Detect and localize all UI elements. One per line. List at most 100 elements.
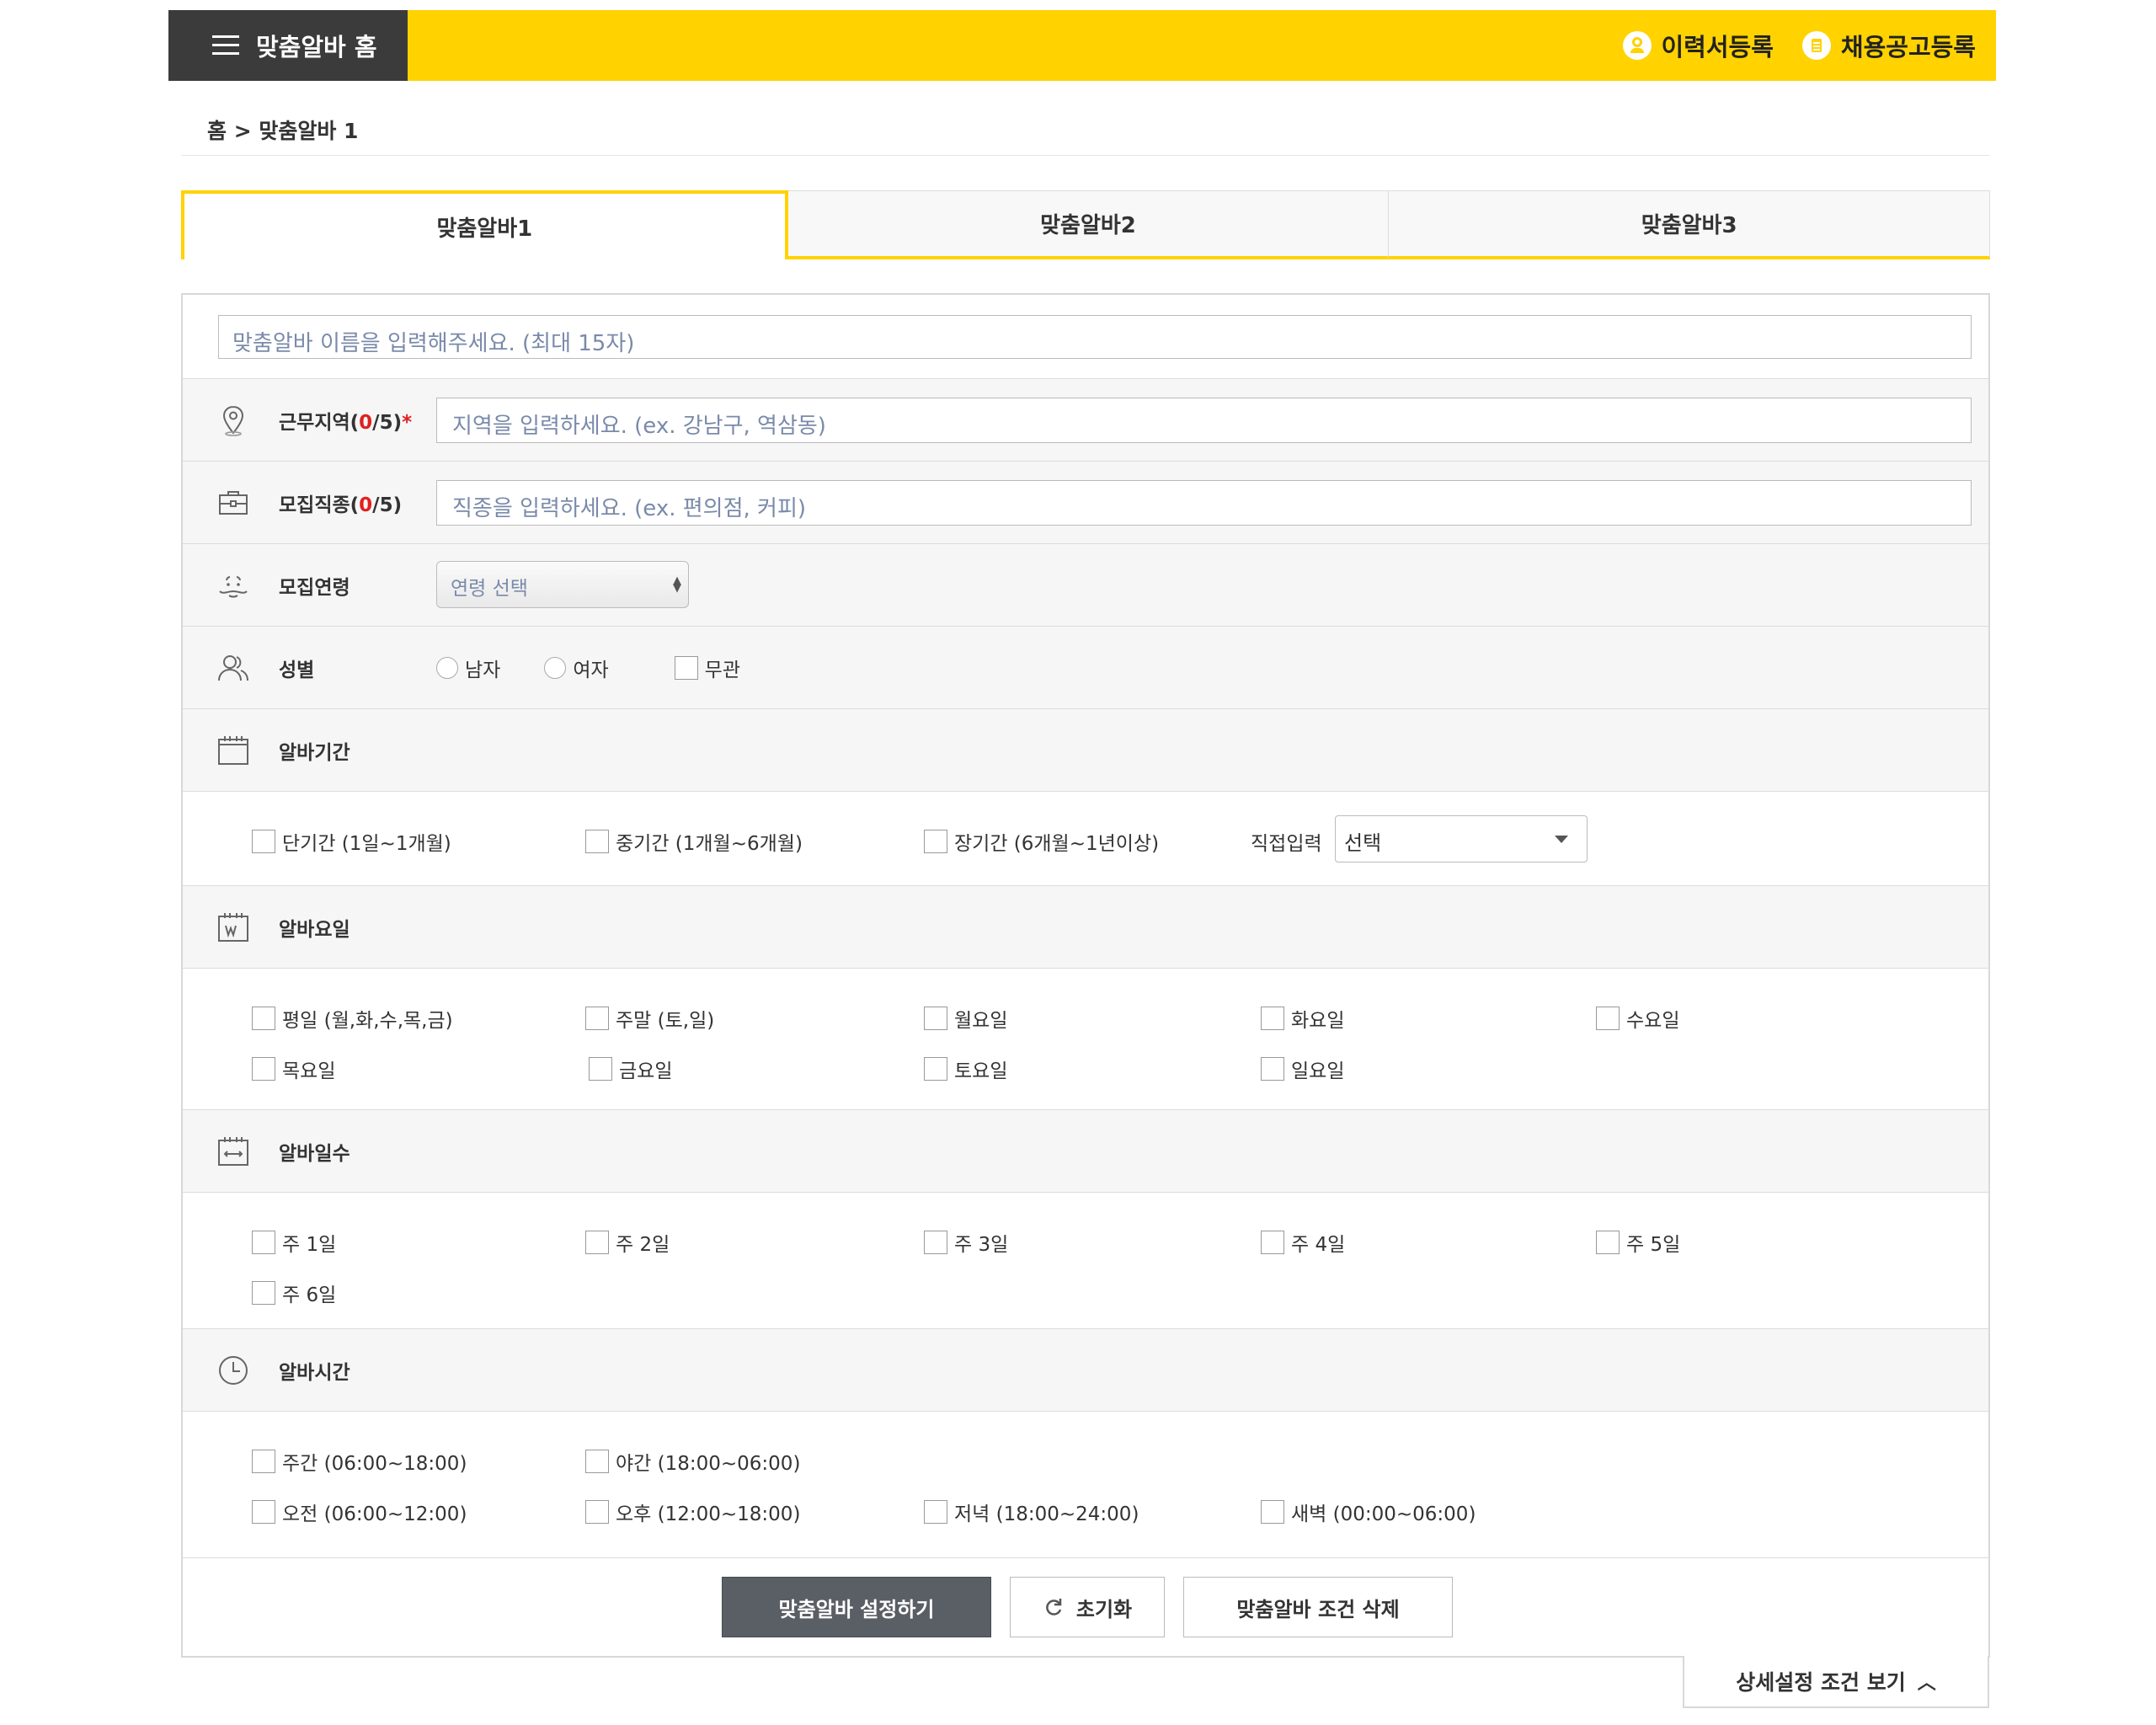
tab-custom-3[interactable]: 맞춤알바3 xyxy=(1389,190,1991,259)
checkbox[interactable] xyxy=(924,1500,947,1524)
region-input[interactable]: 지역을 입력하세요. (ex. 강남구, 역삼동) xyxy=(436,398,1972,443)
checkbox[interactable] xyxy=(589,1057,612,1081)
days-option-5[interactable]: 주 5일 xyxy=(1596,1228,1680,1257)
hamburger-icon xyxy=(212,35,239,56)
custom-name-input[interactable]: 맞춤알바 이름을 입력해주세요. (최대 15자) xyxy=(218,315,1972,359)
period-direct-select[interactable]: 선택 xyxy=(1335,815,1588,862)
checkbox-any[interactable] xyxy=(674,655,698,680)
checkbox[interactable] xyxy=(1261,1231,1284,1254)
weekday-option-wed[interactable]: 수요일 xyxy=(1596,1004,1679,1033)
checkbox[interactable] xyxy=(924,1007,947,1030)
checkbox[interactable] xyxy=(1596,1231,1620,1254)
job-post-register-link[interactable]: 채용공고등록 xyxy=(1801,28,1976,63)
days-option-2[interactable]: 주 2일 xyxy=(585,1228,670,1257)
time-option-morning[interactable]: 오전 (06:00~12:00) xyxy=(252,1498,467,1526)
age-select[interactable]: 연령 선택 ▲ ▼ xyxy=(436,561,689,608)
weekday-option-sat[interactable]: 토요일 xyxy=(924,1055,1007,1083)
save-settings-button[interactable]: 맞춤알바 설정하기 xyxy=(722,1577,991,1637)
days-option-3[interactable]: 주 3일 xyxy=(924,1228,1008,1257)
checkbox-period-short[interactable] xyxy=(252,830,275,853)
days-option-4[interactable]: 주 4일 xyxy=(1261,1228,1345,1257)
checkbox[interactable] xyxy=(252,1450,275,1473)
option-label: 일요일 xyxy=(1291,1060,1345,1082)
days-option-6[interactable]: 주 6일 xyxy=(252,1279,336,1307)
age-row: 모집연령 연령 선택 ▲ ▼ xyxy=(183,544,1988,627)
reset-label: 초기화 xyxy=(1075,1597,1133,1621)
top-bar: 맞춤알바 홈 이력서등록 채용공고등록 xyxy=(168,10,1996,81)
custom-job-form: 맞춤알바 이름을 입력해주세요. (최대 15자) 근무지역(0/5)* 지역을… xyxy=(181,293,1990,1658)
period-option-long[interactable]: 장기간 (6개월~1년이상) xyxy=(924,827,1159,856)
checkbox[interactable] xyxy=(252,1231,275,1254)
checkbox-period-long[interactable] xyxy=(924,830,947,853)
weekday-option-sun[interactable]: 일요일 xyxy=(1261,1055,1344,1083)
time-option-day[interactable]: 주간 (06:00~18:00) xyxy=(252,1447,467,1476)
time-option-dawn[interactable]: 새벽 (00:00~06:00) xyxy=(1261,1498,1476,1526)
gender-option-male[interactable]: 남자 xyxy=(436,654,500,682)
checkbox[interactable] xyxy=(924,1231,947,1254)
reset-button[interactable]: 초기화 xyxy=(1010,1577,1165,1637)
job-type-input[interactable]: 직종을 입력하세요. (ex. 편의점, 커피) xyxy=(436,480,1972,526)
checkbox[interactable] xyxy=(585,1231,609,1254)
checkbox[interactable] xyxy=(585,1500,609,1524)
weekday-option-weekdays[interactable]: 평일 (월,화,수,목,금) xyxy=(252,1004,453,1033)
home-menu-button[interactable]: 맞춤알바 홈 xyxy=(168,10,408,81)
time-option-evening[interactable]: 저녁 (18:00~24:00) xyxy=(924,1498,1139,1526)
detail-settings-toggle[interactable]: 상세설정 조건 보기 ︿ xyxy=(1683,1656,1989,1708)
weekday-option-weekend[interactable]: 주말 (토,일) xyxy=(585,1004,714,1033)
option-label: 화요일 xyxy=(1291,1010,1345,1032)
person-icon xyxy=(1622,31,1652,60)
checkbox[interactable] xyxy=(1596,1007,1620,1030)
gender-option-any[interactable]: 무관 xyxy=(674,654,740,682)
days-header: 알바일수 xyxy=(183,1110,1988,1193)
age-label: 모집연령 xyxy=(279,576,350,599)
divider xyxy=(181,155,1990,156)
period-direct-value: 선택 xyxy=(1344,831,1382,855)
weekday-label: 알바요일 xyxy=(279,918,350,941)
location-pin-icon xyxy=(222,405,244,436)
weekday-option-mon[interactable]: 월요일 xyxy=(924,1004,1007,1033)
weekday-option-thu[interactable]: 목요일 xyxy=(252,1055,335,1083)
document-icon xyxy=(1801,31,1831,60)
delete-conditions-button[interactable]: 맞춤알바 조건 삭제 xyxy=(1183,1577,1453,1637)
checkbox[interactable] xyxy=(924,1057,947,1081)
radio-male[interactable] xyxy=(436,656,458,679)
gender-female-label: 여자 xyxy=(573,659,609,681)
checkbox[interactable] xyxy=(585,1007,609,1030)
option-label: 토요일 xyxy=(954,1060,1008,1082)
checkbox[interactable] xyxy=(585,1450,609,1473)
option-label: 주 3일 xyxy=(954,1234,1009,1256)
time-header: 알바시간 xyxy=(183,1329,1988,1412)
region-label: 근무지역(0/5)* xyxy=(279,411,413,434)
checkbox[interactable] xyxy=(252,1500,275,1524)
time-option-afternoon[interactable]: 오후 (12:00~18:00) xyxy=(585,1498,800,1526)
gender-option-female[interactable]: 여자 xyxy=(544,654,609,682)
weekday-option-fri[interactable]: 금요일 xyxy=(589,1055,672,1083)
checkbox[interactable] xyxy=(252,1007,275,1030)
tab-custom-2[interactable]: 맞춤알바2 xyxy=(787,190,1390,259)
option-label: 수요일 xyxy=(1626,1010,1680,1032)
calendar-icon xyxy=(218,735,248,765)
period-option-short[interactable]: 단기간 (1일~1개월) xyxy=(252,827,451,856)
checkbox-period-mid[interactable] xyxy=(585,830,609,853)
checkbox[interactable] xyxy=(1261,1007,1284,1030)
age-select-value: 연령 선택 xyxy=(451,578,528,600)
tab-custom-1[interactable]: 맞춤알바1 xyxy=(181,190,788,259)
period-short-label: 단기간 (1일~1개월) xyxy=(282,833,451,855)
option-label: 주 2일 xyxy=(616,1234,670,1256)
checkbox[interactable] xyxy=(252,1057,275,1081)
checkbox[interactable] xyxy=(252,1281,275,1305)
days-option-1[interactable]: 주 1일 xyxy=(252,1228,336,1257)
checkbox[interactable] xyxy=(1261,1057,1284,1081)
period-option-mid[interactable]: 중기간 (1개월~6개월) xyxy=(585,827,803,856)
gender-options: 남자 여자 무관 xyxy=(436,654,740,682)
option-label: 주말 (토,일) xyxy=(616,1010,715,1032)
option-label: 평일 (월,화,수,목,금) xyxy=(282,1010,453,1032)
resume-register-link[interactable]: 이력서등록 xyxy=(1622,28,1774,63)
gender-any-label: 무관 xyxy=(704,659,740,681)
option-label: 저녁 (18:00~24:00) xyxy=(954,1503,1139,1525)
time-option-night[interactable]: 야간 (18:00~06:00) xyxy=(585,1447,800,1476)
radio-female[interactable] xyxy=(544,656,567,679)
direct-input-label: 직접입력 xyxy=(1251,833,1322,855)
checkbox[interactable] xyxy=(1261,1500,1284,1524)
weekday-option-tue[interactable]: 화요일 xyxy=(1261,1004,1344,1033)
